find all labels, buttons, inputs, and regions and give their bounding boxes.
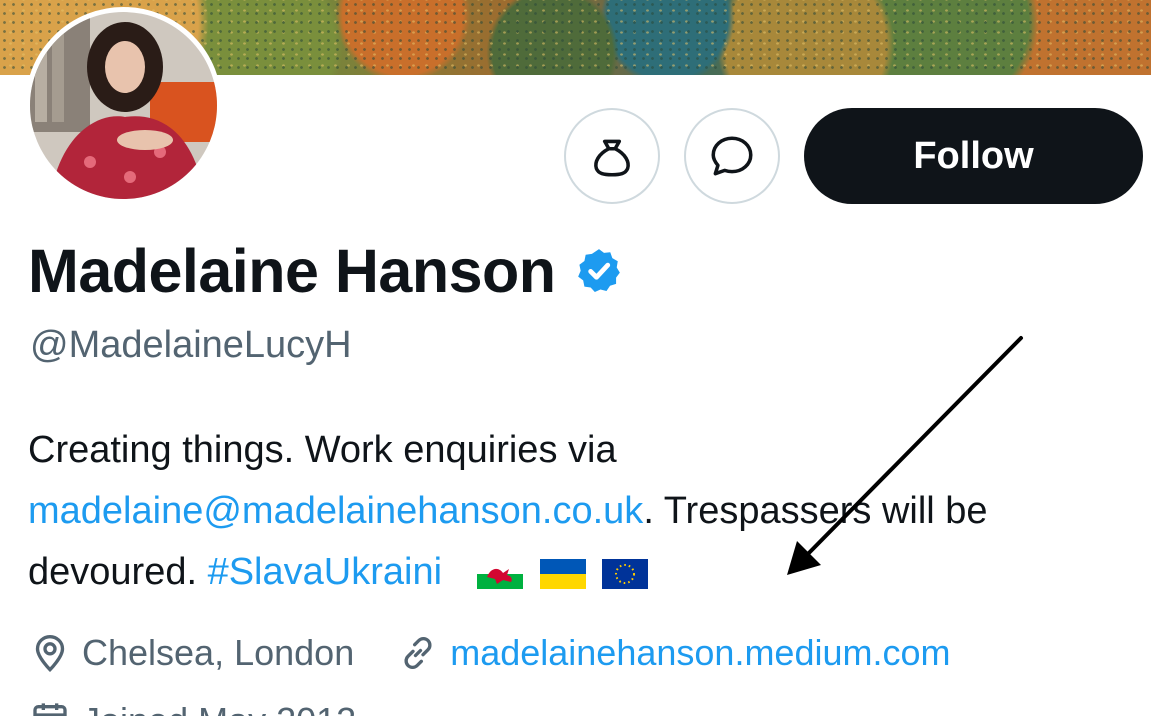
avatar[interactable] [25,7,222,204]
bio-text: Creating things. Work enquiries via [28,429,617,471]
joined-item: Joined May 2012 [30,700,356,716]
eu-flag-icon [602,558,649,589]
avatar-image [30,12,217,199]
calendar-icon [33,703,67,716]
message-bubble-icon [711,136,753,176]
follow-button[interactable]: Follow [804,108,1143,204]
link-icon [404,636,432,670]
display-name-text: Madelaine Hanson [28,237,556,305]
profile-meta: Chelsea, London madelainehanson.medium.c… [30,628,951,678]
profile-handle: @MadelaineLucyH [30,324,352,366]
tip-button[interactable] [564,108,660,204]
bio: Creating things. Work enquiries via made… [28,420,1128,603]
website-item[interactable]: madelainehanson.medium.com [398,632,951,674]
wales-flag-icon [477,558,524,589]
location-item: Chelsea, London [30,632,354,674]
bio-hashtag-link[interactable]: #SlavaUkraini [208,551,442,593]
ukraine-flag-icon [539,558,586,589]
location-pin-icon [35,634,65,673]
display-name: Madelaine Hanson [28,236,624,306]
joined-text: Joined May 2012 [82,700,356,716]
verified-badge-icon[interactable] [574,246,624,296]
location-text: Chelsea, London [82,632,355,673]
website-link[interactable]: madelainehanson.medium.com [450,632,950,674]
message-button[interactable] [684,108,780,204]
bio-email-link[interactable]: madelaine@madelainehanson.co.uk [28,490,643,532]
money-bag-icon [594,139,630,177]
